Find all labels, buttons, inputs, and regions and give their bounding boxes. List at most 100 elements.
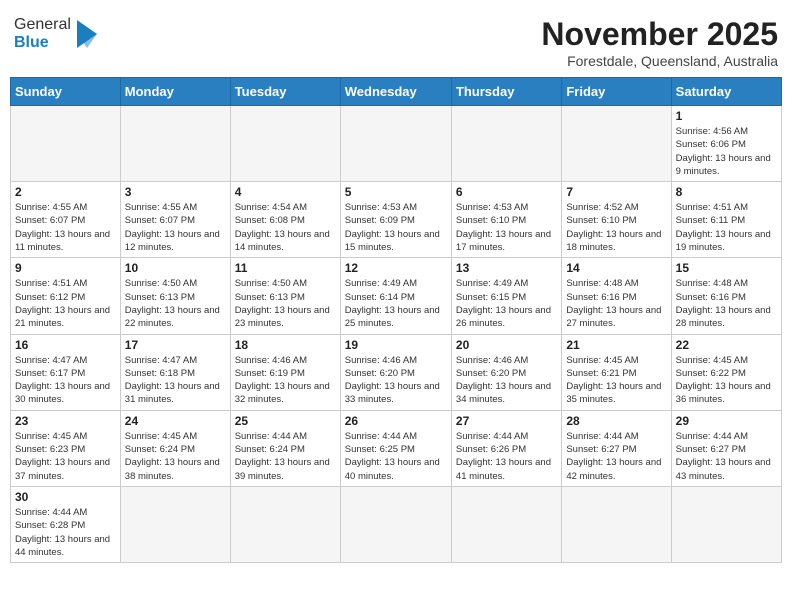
calendar-cell xyxy=(451,486,561,562)
weekday-header-friday: Friday xyxy=(562,78,671,106)
weekday-header-row: SundayMondayTuesdayWednesdayThursdayFrid… xyxy=(11,78,782,106)
calendar-cell: 20Sunrise: 4:46 AMSunset: 6:20 PMDayligh… xyxy=(451,334,561,410)
calendar-cell: 19 Sunrise: 4:46 AMSunset: 6:20 PMDayligh… xyxy=(340,334,451,410)
day-number: 5 xyxy=(345,185,447,199)
weekday-header-tuesday: Tuesday xyxy=(230,78,340,106)
calendar-cell: 28Sunrise: 4:44 AMSunset: 6:27 PMDayligh… xyxy=(562,410,671,486)
day-number: 19 xyxy=(345,338,447,352)
weekday-header-thursday: Thursday xyxy=(451,78,561,106)
day-info: Sunrise: 4:44 AMSunset: 6:25 PMDaylight:… xyxy=(345,430,447,483)
logo-general-text: General xyxy=(14,16,71,34)
calendar-week-6: 30Sunrise: 4:44 AMSunset: 6:28 PMDayligh… xyxy=(11,486,782,562)
logo: General Blue xyxy=(14,16,101,53)
day-number: 13 xyxy=(456,261,557,275)
day-info: Sunrise: 4:45 AMSunset: 6:21 PMDaylight:… xyxy=(566,354,666,407)
day-number: 15 xyxy=(676,261,777,275)
day-info: Sunrise: 4:51 AMSunset: 6:12 PMDaylight:… xyxy=(15,277,116,330)
calendar-cell: 11Sunrise: 4:50 AMSunset: 6:13 PMDayligh… xyxy=(230,258,340,334)
day-info: Sunrise: 4:53 AMSunset: 6:10 PMDaylight:… xyxy=(456,201,557,254)
day-number: 22 xyxy=(676,338,777,352)
calendar-cell: 13Sunrise: 4:49 AMSunset: 6:15 PMDayligh… xyxy=(451,258,561,334)
calendar-table: SundayMondayTuesdayWednesdayThursdayFrid… xyxy=(10,77,782,563)
page-header: General Blue November 2025 Forestdale, Q… xyxy=(10,10,782,69)
day-number: 14 xyxy=(566,261,666,275)
day-info: Sunrise: 4:56 AMSunset: 6:06 PMDaylight:… xyxy=(676,125,777,178)
day-number: 17 xyxy=(125,338,226,352)
calendar-week-5: 23 Sunrise: 4:45 AMSunset: 6:23 PMDayligh… xyxy=(11,410,782,486)
calendar-cell xyxy=(340,106,451,182)
day-info: Sunrise: 4:48 AMSunset: 6:16 PMDaylight:… xyxy=(566,277,666,330)
day-info: Sunrise: 4:44 AMSunset: 6:26 PMDaylight:… xyxy=(456,430,557,483)
day-number: 30 xyxy=(15,490,116,504)
day-info: Sunrise: 4:44 AMSunset: 6:27 PMDaylight:… xyxy=(676,430,777,483)
calendar-cell: 4Sunrise: 4:54 AMSunset: 6:08 PMDaylight… xyxy=(230,182,340,258)
day-info: Sunrise: 4:46 AMSunset: 6:19 PMDaylight:… xyxy=(235,354,336,407)
day-info: Sunrise: 4:55 AMSunset: 6:07 PMDaylight:… xyxy=(15,201,116,254)
day-number: 24 xyxy=(125,414,226,428)
calendar-cell: 9Sunrise: 4:51 AMSunset: 6:12 PMDaylight… xyxy=(11,258,121,334)
day-info: Sunrise: 4:51 AMSunset: 6:11 PMDaylight:… xyxy=(676,201,777,254)
calendar-cell: 10Sunrise: 4:50 AMSunset: 6:13 PMDayligh… xyxy=(120,258,230,334)
day-info: Sunrise: 4:53 AMSunset: 6:09 PMDaylight:… xyxy=(345,201,447,254)
calendar-cell: 1Sunrise: 4:56 AMSunset: 6:06 PMDaylight… xyxy=(671,106,781,182)
day-info: Sunrise: 4:48 AMSunset: 6:16 PMDaylight:… xyxy=(676,277,777,330)
weekday-header-sunday: Sunday xyxy=(11,78,121,106)
calendar-cell xyxy=(562,486,671,562)
calendar-cell: 18 Sunrise: 4:46 AMSunset: 6:19 PMDayligh… xyxy=(230,334,340,410)
day-info: Sunrise: 4:45 AMSunset: 6:22 PMDaylight:… xyxy=(676,354,777,407)
day-number: 2 xyxy=(15,185,116,199)
calendar-week-3: 9Sunrise: 4:51 AMSunset: 6:12 PMDaylight… xyxy=(11,258,782,334)
day-info: Sunrise: 4:45 AMSunset: 6:24 PMDaylight:… xyxy=(125,430,226,483)
weekday-header-monday: Monday xyxy=(120,78,230,106)
calendar-cell: 21Sunrise: 4:45 AMSunset: 6:21 PMDayligh… xyxy=(562,334,671,410)
day-number: 23 xyxy=(15,414,116,428)
calendar-week-4: 16Sunrise: 4:47 AMSunset: 6:17 PMDayligh… xyxy=(11,334,782,410)
day-number: 3 xyxy=(125,185,226,199)
calendar-week-2: 2 Sunrise: 4:55 AMSunset: 6:07 PMDaylight… xyxy=(11,182,782,258)
calendar-cell: 16Sunrise: 4:47 AMSunset: 6:17 PMDayligh… xyxy=(11,334,121,410)
weekday-header-saturday: Saturday xyxy=(671,78,781,106)
calendar-cell: 15 Sunrise: 4:48 AMSunset: 6:16 PMDayligh… xyxy=(671,258,781,334)
day-info: Sunrise: 4:49 AMSunset: 6:14 PMDaylight:… xyxy=(345,277,447,330)
day-info: Sunrise: 4:45 AMSunset: 6:23 PMDaylight:… xyxy=(15,430,116,483)
day-number: 16 xyxy=(15,338,116,352)
calendar-cell xyxy=(120,106,230,182)
calendar-cell: 6Sunrise: 4:53 AMSunset: 6:10 PMDaylight… xyxy=(451,182,561,258)
day-number: 20 xyxy=(456,338,557,352)
calendar-cell: 27 Sunrise: 4:44 AMSunset: 6:26 PMDayligh… xyxy=(451,410,561,486)
logo-triangle-icon xyxy=(73,16,101,52)
calendar-cell: 26 Sunrise: 4:44 AMSunset: 6:25 PMDayligh… xyxy=(340,410,451,486)
calendar-cell: 25Sunrise: 4:44 AMSunset: 6:24 PMDayligh… xyxy=(230,410,340,486)
calendar-cell: 2 Sunrise: 4:55 AMSunset: 6:07 PMDaylight… xyxy=(11,182,121,258)
day-info: Sunrise: 4:47 AMSunset: 6:18 PMDaylight:… xyxy=(125,354,226,407)
calendar-cell xyxy=(230,106,340,182)
calendar-cell: 24 Sunrise: 4:45 AMSunset: 6:24 PMDayligh… xyxy=(120,410,230,486)
calendar-cell: 8 Sunrise: 4:51 AMSunset: 6:11 PMDaylight… xyxy=(671,182,781,258)
day-number: 4 xyxy=(235,185,336,199)
month-title: November 2025 xyxy=(541,16,778,53)
calendar-cell: 14 Sunrise: 4:48 AMSunset: 6:16 PMDayligh… xyxy=(562,258,671,334)
logo-wrap: General Blue xyxy=(14,16,101,53)
day-info: Sunrise: 4:52 AMSunset: 6:10 PMDaylight:… xyxy=(566,201,666,254)
calendar-cell xyxy=(671,486,781,562)
day-number: 27 xyxy=(456,414,557,428)
day-number: 26 xyxy=(345,414,447,428)
day-info: Sunrise: 4:55 AMSunset: 6:07 PMDaylight:… xyxy=(125,201,226,254)
calendar-cell: 12Sunrise: 4:49 AMSunset: 6:14 PMDayligh… xyxy=(340,258,451,334)
calendar-cell: 22 Sunrise: 4:45 AMSunset: 6:22 PMDayligh… xyxy=(671,334,781,410)
calendar-cell: 29Sunrise: 4:44 AMSunset: 6:27 PMDayligh… xyxy=(671,410,781,486)
day-number: 18 xyxy=(235,338,336,352)
day-info: Sunrise: 4:50 AMSunset: 6:13 PMDaylight:… xyxy=(235,277,336,330)
calendar-cell: 17 Sunrise: 4:47 AMSunset: 6:18 PMDayligh… xyxy=(120,334,230,410)
day-number: 10 xyxy=(125,261,226,275)
day-number: 8 xyxy=(676,185,777,199)
title-block: November 2025 Forestdale, Queensland, Au… xyxy=(541,16,778,69)
calendar-cell xyxy=(340,486,451,562)
day-info: Sunrise: 4:46 AMSunset: 6:20 PMDaylight:… xyxy=(345,354,447,407)
calendar-cell xyxy=(230,486,340,562)
calendar-cell xyxy=(11,106,121,182)
day-info: Sunrise: 4:44 AMSunset: 6:27 PMDaylight:… xyxy=(566,430,666,483)
calendar-cell: 3 Sunrise: 4:55 AMSunset: 6:07 PMDaylight… xyxy=(120,182,230,258)
calendar-cell: 30Sunrise: 4:44 AMSunset: 6:28 PMDayligh… xyxy=(11,486,121,562)
calendar-cell: 5 Sunrise: 4:53 AMSunset: 6:09 PMDaylight… xyxy=(340,182,451,258)
